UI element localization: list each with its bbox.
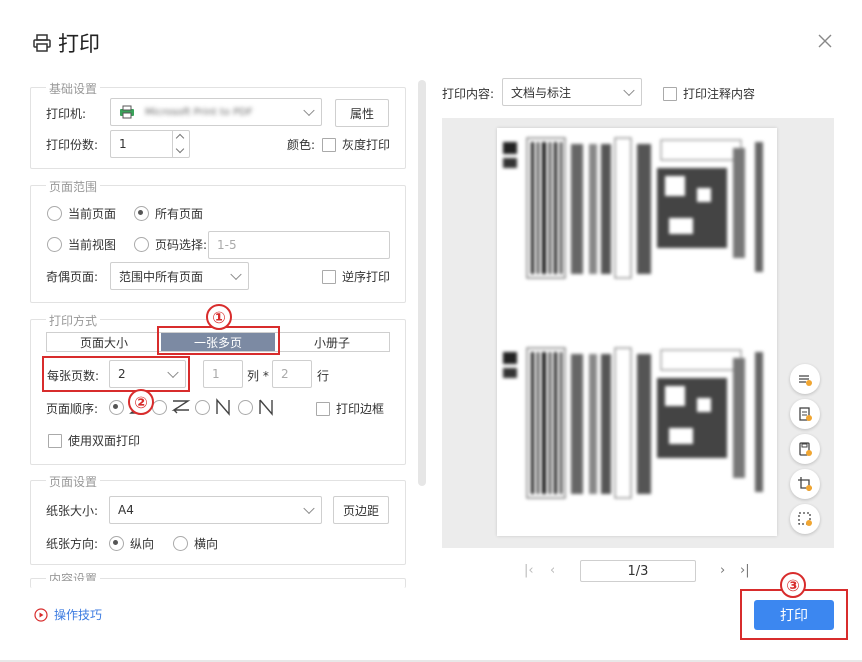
order-reverse-z-icon (171, 400, 191, 414)
select-area-icon (798, 512, 812, 526)
step-badge-2: ② (128, 389, 154, 415)
border-check-icon[interactable] (316, 401, 330, 416)
copies-label: 打印份数: (46, 138, 99, 152)
orientation-label: 纸张方向: (46, 537, 99, 551)
printer-label: 打印机: (46, 107, 87, 121)
fit-width-button[interactable] (790, 364, 820, 394)
crop-icon (798, 477, 812, 491)
order-radio-2[interactable] (152, 399, 167, 415)
per-sheet-label: 每张页数: (47, 369, 100, 383)
tab-page-size[interactable]: 页面大小 (47, 333, 161, 351)
print-content-select[interactable]: 文档与标注 (502, 78, 642, 106)
printer-icon (33, 34, 51, 52)
radio-icon[interactable] (173, 536, 188, 551)
rows-label: 行 (317, 369, 330, 383)
prev-page-icon[interactable]: ‹ (550, 563, 555, 578)
close-icon[interactable] (816, 32, 834, 50)
print-annotations-checkbox[interactable]: 打印注释内容 (663, 85, 755, 102)
settings-scrollbar[interactable] (418, 80, 426, 486)
content-settings-legend: 内容设置 (46, 571, 101, 581)
step-badge-1: ① (206, 304, 232, 330)
print-border-checkbox[interactable]: 打印边框 (316, 400, 384, 417)
radio-icon[interactable] (47, 237, 62, 252)
order-radio-1[interactable] (109, 399, 124, 415)
page-select-input[interactable]: 1-5 (208, 231, 390, 259)
duplex-checkbox[interactable]: 使用双面打印 (48, 432, 140, 449)
radio-selected-icon[interactable] (109, 536, 124, 551)
next-page-icon[interactable]: › (720, 563, 725, 578)
odd-even-label: 奇偶页面: (46, 270, 99, 284)
radio-all-pages[interactable]: 所有页面 (134, 205, 203, 222)
radio-current-page[interactable]: 当前页面 (47, 205, 116, 222)
copies-value: 1 (119, 137, 127, 151)
last-page-icon[interactable]: ›| (740, 563, 750, 578)
radio-current-view[interactable]: 当前视图 (47, 236, 116, 253)
fit-width-icon (799, 375, 812, 386)
radio-landscape[interactable]: 横向 (173, 535, 218, 552)
columns-input[interactable]: 1 (203, 360, 243, 388)
select-area-button[interactable] (790, 504, 820, 534)
columns-label: 列 * (247, 369, 269, 383)
printer-value: Microsoft Print to PDF (145, 106, 253, 118)
highlight-box-1 (157, 326, 280, 355)
preview-page (497, 128, 777, 536)
save-icon (799, 442, 812, 456)
play-circle-icon (34, 607, 48, 622)
stepper-down-icon[interactable] (175, 144, 185, 154)
paper-size-select[interactable]: A4 (109, 496, 322, 524)
odd-even-select[interactable]: 范围中所有页面 (110, 262, 249, 290)
paper-size-label: 纸张大小: (46, 504, 99, 518)
properties-button[interactable]: 属性 (335, 99, 389, 127)
reverse-check-icon[interactable] (322, 269, 336, 284)
tab-booklet[interactable]: 小册子 (275, 333, 389, 351)
radio-selected-icon[interactable] (134, 206, 149, 221)
color-label: 颜色: (287, 138, 316, 152)
print-mode-legend: 打印方式 (46, 312, 101, 329)
rows-input[interactable]: 2 (272, 360, 312, 388)
save-page-button[interactable] (790, 434, 820, 464)
order-radio-3[interactable] (195, 399, 210, 415)
per-sheet-select[interactable]: 2 (109, 360, 186, 388)
preview-document-image (503, 137, 763, 499)
annotations-check-icon[interactable] (663, 86, 677, 101)
step-badge-3: ③ (780, 572, 806, 598)
page-setup-legend: 页面设置 (46, 473, 101, 490)
page-number-input[interactable]: 1/3 (580, 560, 696, 582)
dialog-title: 打印 (32, 28, 100, 58)
radio-portrait[interactable]: 纵向 (109, 535, 154, 552)
order-radio-4[interactable] (238, 399, 253, 415)
margins-button[interactable]: 页边距 (333, 496, 389, 524)
page-range-legend: 页面范围 (46, 178, 101, 195)
fit-page-icon (799, 407, 812, 421)
radio-page-select[interactable]: 页码选择: (134, 236, 207, 253)
radio-icon[interactable] (134, 237, 149, 252)
first-page-icon[interactable]: |‹ (524, 563, 534, 578)
reverse-checkbox[interactable]: 逆序打印 (322, 268, 390, 285)
order-reverse-n-icon (259, 399, 273, 416)
radio-icon[interactable] (47, 206, 62, 221)
grayscale-checkbox[interactable]: 灰度打印 (322, 136, 390, 153)
copies-stepper[interactable]: 1 (110, 130, 190, 158)
fit-page-button[interactable] (790, 399, 820, 429)
duplex-check-icon[interactable] (48, 433, 62, 448)
crop-button[interactable] (790, 469, 820, 499)
page-order-label: 页面顺序: (46, 402, 99, 416)
stepper-arrows[interactable] (172, 131, 189, 157)
print-content-label: 打印内容: (442, 87, 495, 101)
tips-link[interactable]: 操作技巧 (34, 606, 102, 623)
printer-select[interactable]: Microsoft Print to PDF (110, 98, 322, 126)
printer-small-icon (120, 105, 134, 119)
basic-settings-legend: 基础设置 (46, 80, 101, 97)
stepper-up-icon[interactable] (175, 133, 185, 143)
order-n-icon (216, 398, 230, 416)
grayscale-check-icon[interactable] (322, 137, 336, 152)
print-button[interactable]: 打印 (754, 600, 834, 630)
